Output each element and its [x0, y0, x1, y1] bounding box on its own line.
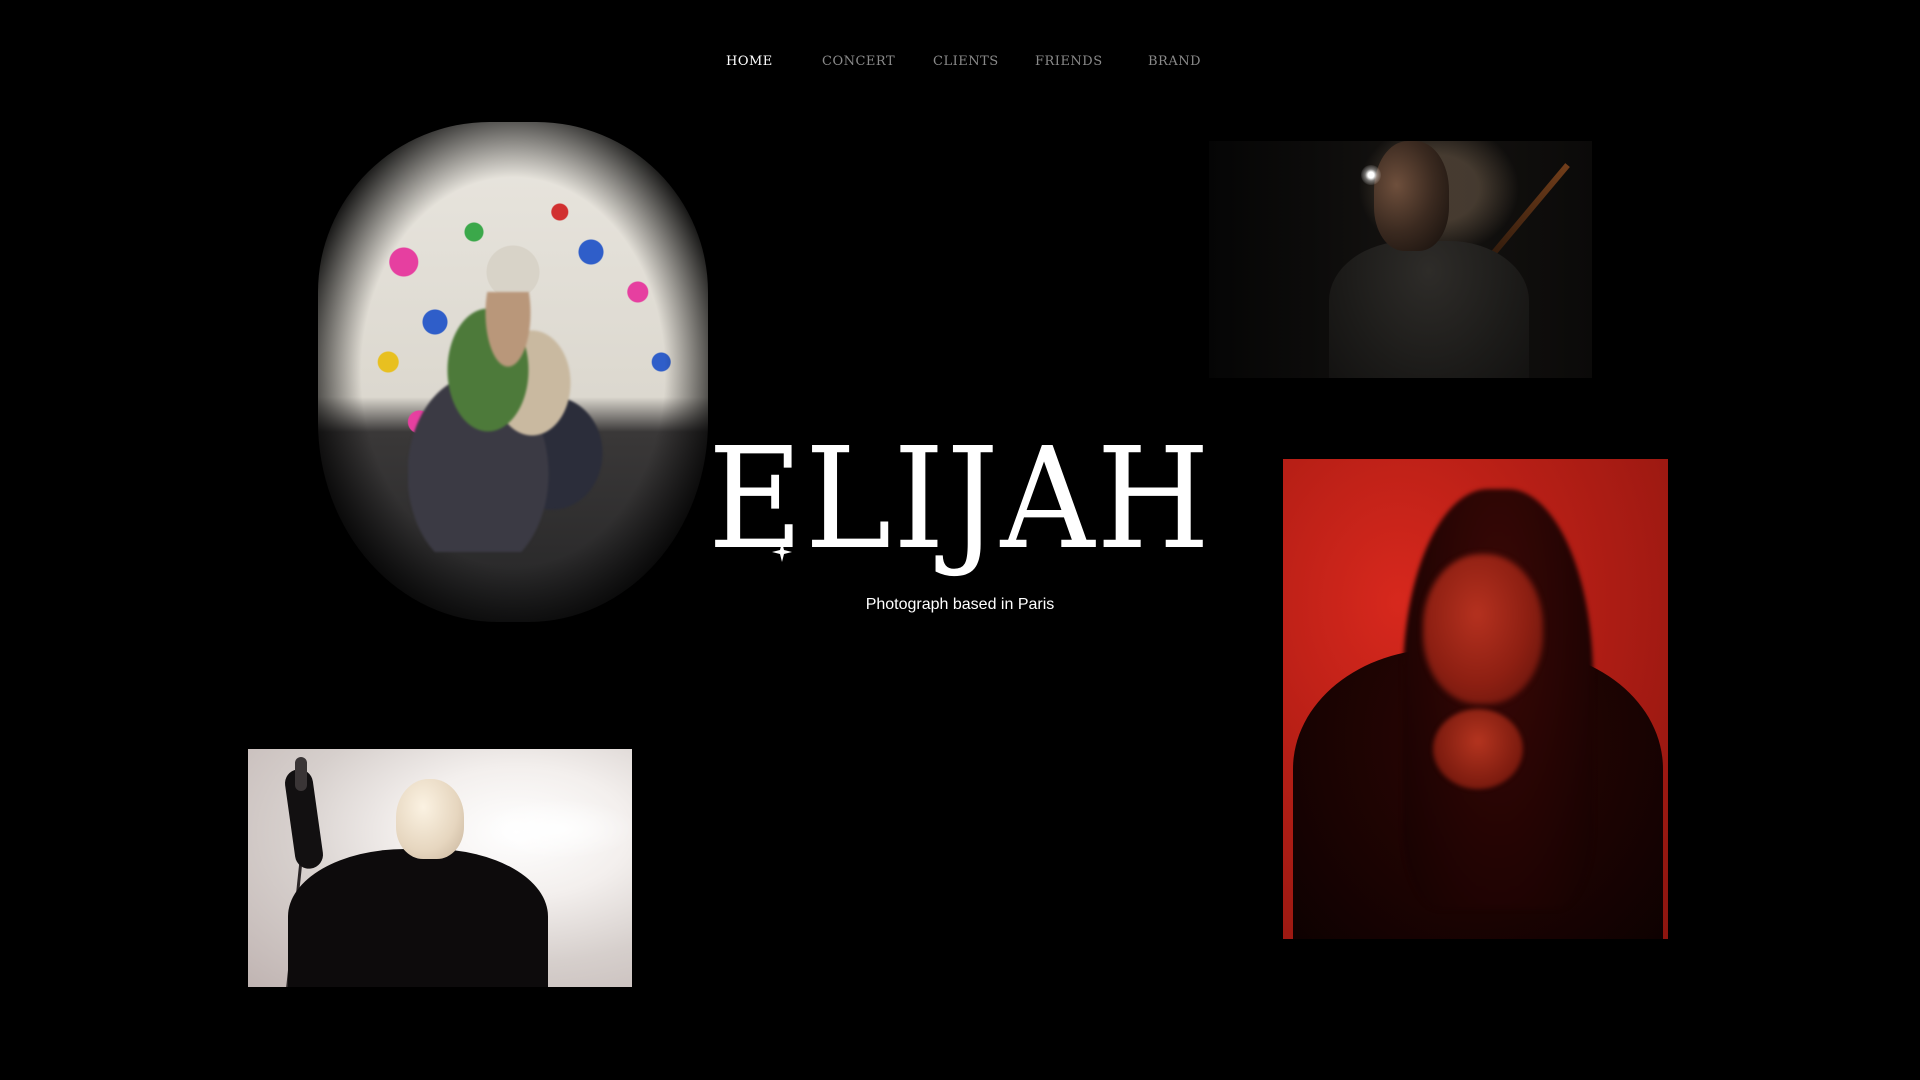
sunglasses-photo-head: [1374, 141, 1449, 251]
nav-item-home[interactable]: HOME: [726, 50, 773, 73]
microphone-icon: [295, 757, 307, 791]
light-beam: [1488, 163, 1570, 259]
sunglasses-photo-body: [1329, 241, 1529, 378]
sunglasses-glint: [1361, 165, 1381, 185]
singer-concert-photo[interactable]: [248, 749, 632, 987]
singer-body: [288, 849, 548, 987]
nav-item-brand[interactable]: BRAND: [1148, 50, 1201, 73]
red-photo-hand: [1433, 709, 1523, 789]
hero-title: ELIJAH: [0, 420, 1920, 580]
singer-hair: [396, 779, 464, 859]
nav-item-friends[interactable]: FRIENDS: [1035, 50, 1103, 73]
stage-light-glow: [478, 799, 632, 859]
nav-item-clients[interactable]: CLIENTS: [933, 50, 999, 73]
sunglasses-portrait-photo[interactable]: [1209, 141, 1592, 378]
hero-subtitle: Photograph based in Paris: [865, 596, 1055, 613]
nav-item-concert[interactable]: CONCERT: [822, 50, 895, 73]
sparkle-icon: [772, 542, 792, 562]
